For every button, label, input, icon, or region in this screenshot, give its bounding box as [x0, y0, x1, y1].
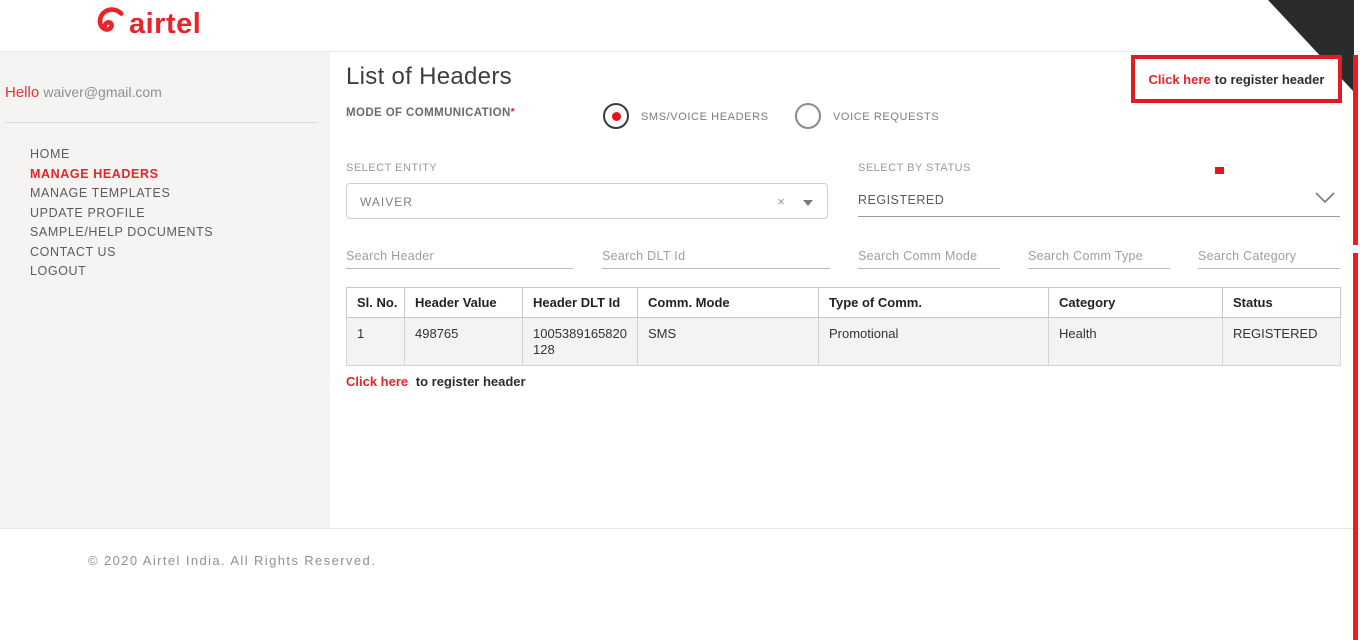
cell-sl-no: 1: [346, 317, 405, 366]
sidebar-nav: HOME MANAGE HEADERS MANAGE TEMPLATES UPD…: [30, 145, 213, 282]
sidebar-item-sample-help-documents[interactable]: SAMPLE/HELP DOCUMENTS: [30, 223, 213, 243]
column-header-header-value: Header Value: [404, 287, 523, 318]
search-comm-type-input[interactable]: [1028, 243, 1170, 269]
cell-comm-mode: SMS: [637, 317, 819, 366]
register-link-text: to register header: [415, 374, 526, 389]
caret-down-icon[interactable]: [803, 200, 813, 206]
sidebar: Hello waiver@gmail.com HOME MANAGE HEADE…: [0, 52, 330, 528]
column-header-type-of-comm: Type of Comm.: [818, 287, 1049, 318]
table-row: 1 498765 1005389165820128 SMS Promotiona…: [346, 317, 1341, 366]
sidebar-item-home[interactable]: HOME: [30, 145, 213, 165]
airtel-dlt-portal-page: airtel Hello waiver@gmail.com HOME MANAG…: [0, 0, 1360, 640]
user-greeting: Hello waiver@gmail.com: [5, 84, 162, 101]
airtel-logo-text: airtel: [129, 8, 202, 40]
table-header-row: Sl. No. Header Value Header DLT Id Comm.…: [346, 287, 1341, 318]
column-header-category: Category: [1048, 287, 1223, 318]
register-link-text: to register header: [1214, 71, 1325, 87]
status-selected-value: REGISTERED: [858, 193, 945, 207]
sidebar-divider: [5, 122, 318, 123]
column-header-sl-no: Sl. No.: [346, 287, 405, 318]
search-dlt-id-input[interactable]: [602, 243, 830, 269]
select-entity-label: SELECT ENTITY: [346, 162, 438, 174]
sidebar-item-update-profile[interactable]: UPDATE PROFILE: [30, 204, 213, 224]
column-header-header-dlt-id: Header DLT Id: [522, 287, 638, 318]
headers-table: Sl. No. Header Value Header DLT Id Comm.…: [346, 287, 1341, 366]
register-header-link-bottom[interactable]: Click here to register header: [346, 374, 526, 389]
right-edge-marker-line-bottom: [1353, 253, 1358, 640]
cell-header-value: 498765: [404, 317, 523, 366]
greeting-label: Hello: [5, 84, 40, 101]
page-title: List of Headers: [346, 63, 512, 90]
select-by-status-label: SELECT BY STATUS: [858, 162, 971, 174]
cell-status: REGISTERED: [1222, 317, 1341, 366]
copyright-text: © 2020 Airtel India. All Rights Reserved…: [88, 553, 377, 568]
cell-category: Health: [1048, 317, 1223, 366]
footer-divider: [0, 528, 1360, 529]
search-category-input[interactable]: [1198, 243, 1340, 269]
entity-selected-value: WAIVER: [360, 195, 413, 209]
column-header-comm-mode: Comm. Mode: [637, 287, 819, 318]
register-header-link-top[interactable]: Click here to register header: [1131, 55, 1342, 103]
airtel-logo: airtel: [95, 4, 201, 44]
sidebar-item-manage-templates[interactable]: MANAGE TEMPLATES: [30, 184, 213, 204]
sidebar-item-logout[interactable]: LOGOUT: [30, 262, 213, 282]
cell-type-of-comm: Promotional: [818, 317, 1049, 366]
sidebar-item-manage-headers[interactable]: MANAGE HEADERS: [30, 165, 213, 185]
chevron-down-icon[interactable]: [1314, 191, 1336, 210]
status-underline: [858, 216, 1340, 217]
status-select[interactable]: REGISTERED: [858, 183, 1340, 217]
right-edge-marker-line-top: [1353, 55, 1358, 245]
clear-icon[interactable]: ×: [777, 194, 785, 209]
radio-label-sms-voice-headers[interactable]: SMS/VOICE HEADERS: [641, 111, 769, 123]
click-here-link[interactable]: Click here: [346, 374, 408, 389]
column-header-status: Status: [1222, 287, 1341, 318]
radio-selected-dot: [612, 112, 621, 121]
entity-select[interactable]: WAIVER ×: [346, 183, 828, 219]
cell-header-dlt-id: 1005389165820128: [522, 317, 638, 366]
sidebar-item-contact-us[interactable]: CONTACT US: [30, 243, 213, 263]
radio-label-voice-requests[interactable]: VOICE REQUESTS: [833, 111, 939, 123]
search-comm-mode-input[interactable]: [858, 243, 1000, 269]
search-header-input[interactable]: [346, 243, 573, 269]
radio-voice-requests[interactable]: [795, 103, 821, 129]
airtel-swoosh-icon: [95, 5, 125, 44]
radio-sms-voice-headers[interactable]: [603, 103, 629, 129]
top-header: airtel: [0, 0, 1360, 52]
user-email: waiver@gmail.com: [43, 84, 162, 100]
required-asterisk: *: [510, 107, 515, 118]
click-here-link[interactable]: Click here: [1149, 72, 1211, 87]
red-square-marker: [1215, 167, 1224, 174]
mode-of-communication-label: MODE OF COMMUNICATION*: [346, 107, 515, 119]
